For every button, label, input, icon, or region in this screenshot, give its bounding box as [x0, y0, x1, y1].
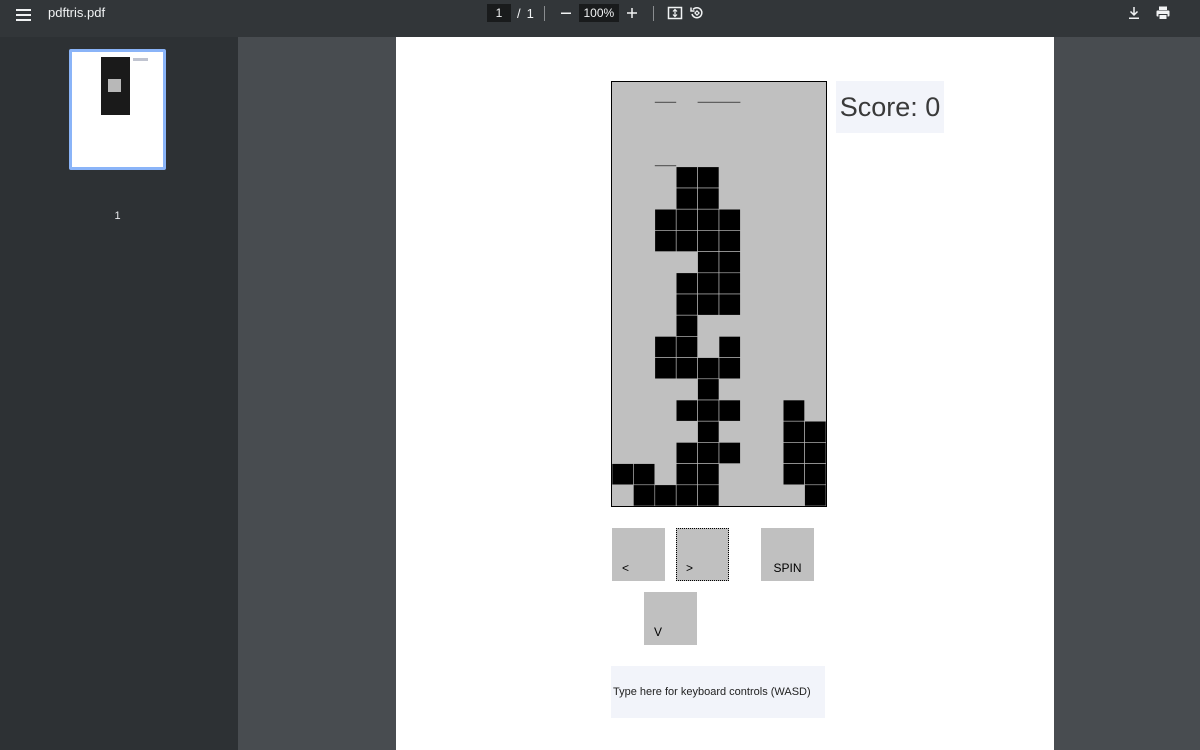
tetris-block: [782, 463, 805, 486]
tetris-block: [697, 230, 720, 252]
tetris-block: [697, 420, 720, 443]
tetris-block: [697, 293, 720, 316]
tetris-block: [675, 272, 698, 295]
board-grid: [612, 101, 826, 506]
tetris-block: [697, 378, 720, 401]
tetris-block: [633, 484, 656, 506]
tetris-block: [697, 442, 720, 464]
tetris-block: [654, 357, 677, 380]
tetris-block: [675, 357, 698, 380]
tetris-block: [675, 166, 698, 189]
move-down-button[interactable]: V: [644, 592, 697, 645]
document-title: pdftris.pdf: [48, 5, 106, 20]
pdf-page: Score: 0 < > SPIN V Type here for keyboa…: [396, 37, 1054, 750]
spin-button[interactable]: SPIN: [761, 528, 814, 581]
tetris-block: [675, 230, 698, 252]
tetris-block: [675, 314, 698, 337]
tetris-block: [718, 272, 741, 295]
score-display: Score: 0: [836, 81, 944, 133]
tetris-block: [697, 399, 720, 422]
page-zoom-controls: / 1: [487, 3, 708, 23]
tetris-block: [718, 399, 741, 422]
tetris-block: [675, 293, 698, 316]
tetris-block: [718, 442, 741, 464]
tetris-block: [697, 187, 720, 210]
tetris-block: [804, 420, 826, 443]
total-pages: 1: [526, 5, 534, 21]
tetris-block: [804, 463, 826, 486]
move-right-label: >: [686, 561, 694, 575]
tetris-block: [633, 463, 656, 486]
tetris-block: [675, 336, 698, 358]
tetris-block: [612, 463, 634, 486]
tetris-block: [675, 208, 698, 231]
tetris-block: [782, 442, 805, 464]
tetris-block: [697, 463, 720, 486]
tetris-block: [697, 272, 720, 295]
tetris-board: [611, 81, 827, 507]
minus-icon[interactable]: [555, 3, 577, 23]
spin-label: SPIN: [773, 561, 802, 575]
tetris-block: [718, 293, 741, 316]
toolbar-divider: [652, 5, 654, 21]
thumbnail-page-label: 1: [114, 210, 121, 222]
tetris-block: [718, 336, 741, 358]
tetris-block: [718, 251, 741, 274]
menu-icon[interactable]: [10, 2, 36, 28]
pdf-toolbar: pdftris.pdf / 1: [0, 0, 1200, 37]
tetris-block: [782, 399, 805, 422]
rotate-icon[interactable]: [686, 3, 708, 23]
page-separator: /: [517, 5, 521, 21]
thumbnail-piece-preview: [108, 79, 121, 92]
tetris-block: [675, 399, 698, 422]
tetris-block: [804, 484, 826, 506]
move-right-button[interactable]: >: [676, 528, 729, 581]
move-left-label: <: [622, 561, 630, 575]
page-thumbnail[interactable]: [69, 49, 166, 170]
tetris-block: [697, 166, 720, 189]
tetris-block: [718, 230, 741, 252]
fit-page-icon[interactable]: [664, 3, 686, 23]
tetris-block: [697, 484, 720, 506]
toolbar-divider: [543, 5, 545, 21]
tetris-block: [654, 230, 677, 252]
keyboard-controls-input[interactable]: Type here for keyboard controls (WASD): [611, 666, 825, 718]
tetris-block: [675, 484, 698, 506]
tetris-block: [675, 442, 698, 464]
move-left-button[interactable]: <: [612, 528, 665, 581]
toolbar-actions: [1123, 3, 1174, 23]
tetris-block: [804, 442, 826, 464]
thumbnail-score-preview: [133, 58, 148, 61]
tetris-block: [718, 208, 741, 231]
tetris-block: [675, 187, 698, 210]
tetris-block: [697, 357, 720, 380]
tetris-block: [654, 336, 677, 358]
tetris-block: [782, 420, 805, 443]
tetris-block: [718, 357, 741, 380]
print-icon[interactable]: [1152, 3, 1174, 23]
tetris-block: [697, 208, 720, 231]
page-number-input[interactable]: [487, 4, 511, 22]
tetris-block: [654, 208, 677, 231]
thumbnail-sidebar: 1: [0, 37, 238, 750]
plus-icon[interactable]: [621, 3, 643, 23]
move-down-label: V: [654, 625, 663, 639]
tetris-block: [675, 463, 698, 486]
tetris-block: [654, 484, 677, 506]
download-icon[interactable]: [1123, 3, 1145, 23]
zoom-input[interactable]: [578, 4, 619, 22]
tetris-block: [697, 251, 720, 274]
